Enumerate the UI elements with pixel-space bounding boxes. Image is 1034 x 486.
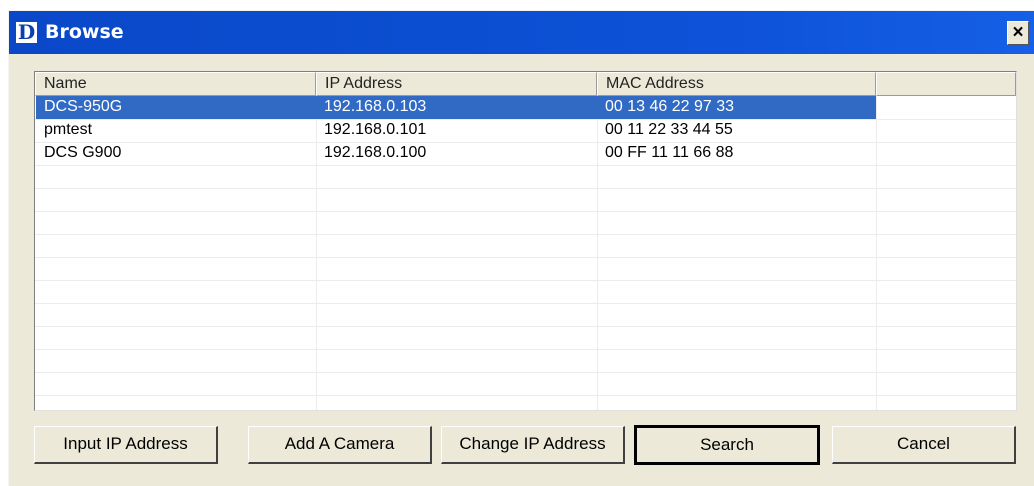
grid-line	[35, 188, 1016, 189]
column-header-mac-address[interactable]: MAC Address	[597, 72, 876, 96]
cell-ip-address: 192.168.0.103	[316, 96, 597, 119]
change-ip-address-button[interactable]: Change IP Address	[441, 426, 625, 464]
cell-mac-address: 00 13 46 22 97 33	[597, 96, 876, 119]
browse-dialog: D Browse × Name IP Address MAC Address D…	[8, 10, 1034, 486]
grid-line	[35, 326, 1016, 327]
list-header: Name IP Address MAC Address	[35, 72, 1016, 96]
grid-line	[35, 257, 1016, 258]
input-ip-address-button[interactable]: Input IP Address	[34, 426, 218, 464]
close-button[interactable]: ×	[1007, 21, 1029, 45]
cell-mac-address: 00 FF 11 11 66 88	[605, 144, 734, 161]
cell-mac-address: 00 11 22 33 44 55	[605, 121, 733, 138]
cell-ip-address: 192.168.0.101	[324, 121, 427, 138]
grid-line	[35, 303, 1016, 304]
grid-line	[35, 349, 1016, 350]
column-header-ip-address[interactable]: IP Address	[316, 72, 597, 96]
grid-line	[35, 211, 1016, 212]
window-title: Browse	[45, 21, 124, 43]
grid-line	[35, 395, 1016, 396]
grid-line	[35, 165, 1016, 166]
table-row[interactable]: pmtest 192.168.0.101 00 11 22 33 44 55	[35, 119, 1016, 142]
cell-name: pmtest	[44, 121, 93, 138]
column-header-empty[interactable]	[876, 72, 1016, 96]
dlink-logo-icon: D	[16, 20, 37, 44]
camera-list[interactable]: Name IP Address MAC Address DCS-950G 192…	[34, 71, 1017, 411]
column-header-name[interactable]: Name	[35, 72, 316, 96]
cell-name: DCS G900	[44, 144, 122, 161]
table-row[interactable]: DCS-950G 192.168.0.103 00 13 46 22 97 33	[35, 96, 1016, 119]
cell-ip-address: 192.168.0.100	[324, 144, 427, 161]
cell-name: DCS-950G	[36, 96, 316, 119]
grid-line	[35, 372, 1016, 373]
table-row[interactable]: DCS G900 192.168.0.100 00 FF 11 11 66 88	[35, 142, 1016, 165]
grid-line	[35, 280, 1016, 281]
cancel-button[interactable]: Cancel	[832, 426, 1016, 464]
grid-line	[35, 234, 1016, 235]
add-camera-button[interactable]: Add A Camera	[248, 426, 432, 464]
title-bar[interactable]: D Browse ×	[9, 11, 1034, 54]
search-button[interactable]: Search	[634, 425, 820, 465]
